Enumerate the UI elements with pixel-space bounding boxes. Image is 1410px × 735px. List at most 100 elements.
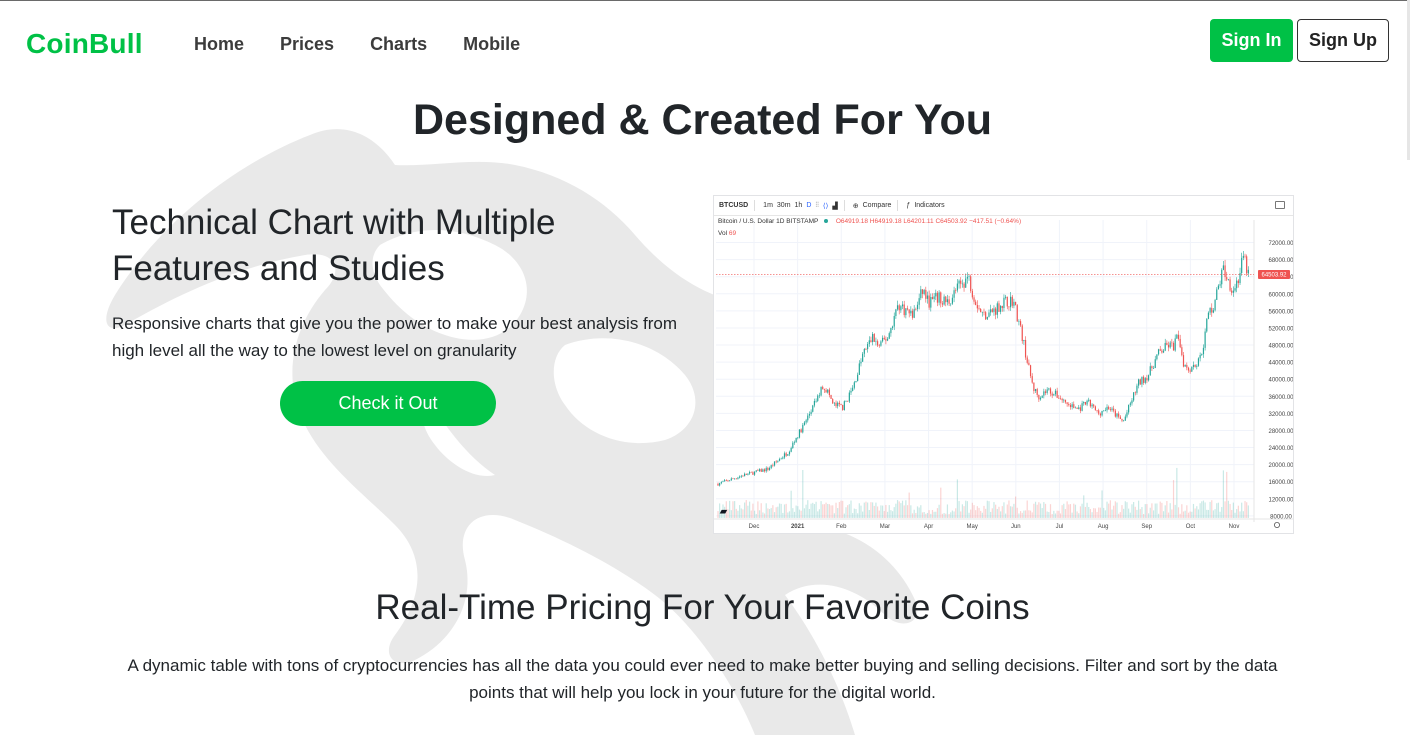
candle-body [1222,265,1224,270]
candle-body [1174,338,1176,351]
nav-link-prices[interactable]: Prices [280,34,334,55]
candle-body [768,467,771,470]
candle-body [946,299,949,303]
candle-body [1139,379,1141,385]
volume-bar [896,500,899,518]
volume-bar [1084,506,1087,518]
volume-bar [803,508,806,518]
volume-bar [753,510,756,518]
volume-bar [812,502,814,518]
candle-body [1157,349,1160,355]
candle-body [1169,342,1171,348]
camera-icon[interactable] [1275,201,1285,209]
candle-body [963,283,965,288]
volume-bar [793,511,796,518]
market-status-icon [824,219,829,223]
volume-bar [1169,503,1171,518]
candle-body [985,312,987,320]
volume-bar [845,507,847,518]
sign-in-button[interactable]: Sign In [1210,19,1293,62]
legend-exchange: BITSTAMP [786,218,819,225]
volume-bar [1141,507,1143,518]
x-tick-label: 2021 [791,524,805,530]
candle-body [886,338,889,341]
indicators-button[interactable]: Indicators [914,202,944,209]
interval-1h[interactable]: 1h [795,202,803,209]
volume-bar [1039,503,1042,518]
nav-link-charts[interactable]: Charts [370,34,427,55]
candle-body [1086,400,1088,405]
volume-bar [1003,502,1005,518]
bar-style-icon[interactable]: ⟨⟩ [823,202,828,210]
chart-type-icon[interactable]: ⫶⫶ [815,202,819,210]
candle-body [1010,296,1012,308]
candle-body [953,290,955,298]
candle-body [993,308,995,312]
volume-bar [1186,505,1188,518]
candle-body [1133,392,1135,401]
volume-bar [1152,510,1155,518]
compare-icon[interactable]: ⊕ [853,202,859,210]
check-it-out-button[interactable]: Check it Out [280,381,496,426]
candle-body [1106,406,1108,411]
volume-bar [1001,506,1003,518]
candle-body [1031,376,1033,383]
volume-bar [935,511,937,518]
indicators-icon[interactable]: ƒ [906,202,910,209]
candle-body [1059,398,1062,400]
volume-bar [988,501,990,518]
volume-bar [820,501,822,518]
candle-body [1056,390,1058,398]
volume-bar [1164,505,1166,518]
candle-body [1076,407,1078,409]
nav-link-home[interactable]: Home [194,34,244,55]
candle-body [943,296,945,305]
nav-link-mobile[interactable]: Mobile [463,34,520,55]
volume-bar [961,504,963,518]
volume-bar [853,508,855,518]
candle-body [843,401,845,411]
candle-body [1074,407,1077,409]
interval-30m[interactable]: 30m [777,202,791,209]
volume-bar [1128,508,1130,518]
volume-bar [893,507,895,518]
candle-body [1144,378,1146,383]
volume-bar [768,509,771,518]
candle-body [852,387,854,391]
volume-bar [1064,509,1067,518]
candle-body [1094,406,1096,411]
brand-logo[interactable]: CoinBull [26,28,143,60]
sign-up-button[interactable]: Sign Up [1297,19,1389,62]
candle-body [1206,318,1208,332]
volume-bar [800,510,802,518]
volume-bar [983,505,985,518]
candle-body [818,395,821,397]
candle-body [850,390,852,393]
candle-body [1194,364,1196,367]
symbol-label[interactable]: BTCUSD [719,202,748,209]
chart-widget[interactable]: 72000.0068000.0064000.0060000.0056000.00… [713,195,1294,534]
candle-body [1159,349,1161,351]
volume-bar [1005,513,1007,518]
legend-ohlc: O64919.18 H64919.18 L64201.11 C64503.92 … [835,218,1022,225]
volume-bar [798,509,801,518]
volume-bar [740,508,742,518]
candle-body [1192,364,1195,367]
volume-bar [978,507,980,518]
interval-d[interactable]: D [806,202,811,209]
volume-bar [858,503,860,518]
volume-bar [732,501,734,518]
compare-button[interactable]: Compare [863,202,892,209]
volume-bar [772,505,774,518]
feature-heading: Technical Chart with Multiple Features a… [112,203,556,288]
candle-body [742,475,744,477]
area-style-icon[interactable]: ▟ [832,202,837,210]
candle-body [823,389,825,390]
candle-body [975,301,977,306]
volume-bar [1073,503,1075,518]
volume-bar [1074,504,1077,518]
volume-bar [1197,509,1200,518]
interval-1m[interactable]: 1m [763,202,773,209]
volume-bar [1010,506,1012,518]
chart-canvas[interactable]: 72000.0068000.0064000.0060000.0056000.00… [714,196,1294,534]
